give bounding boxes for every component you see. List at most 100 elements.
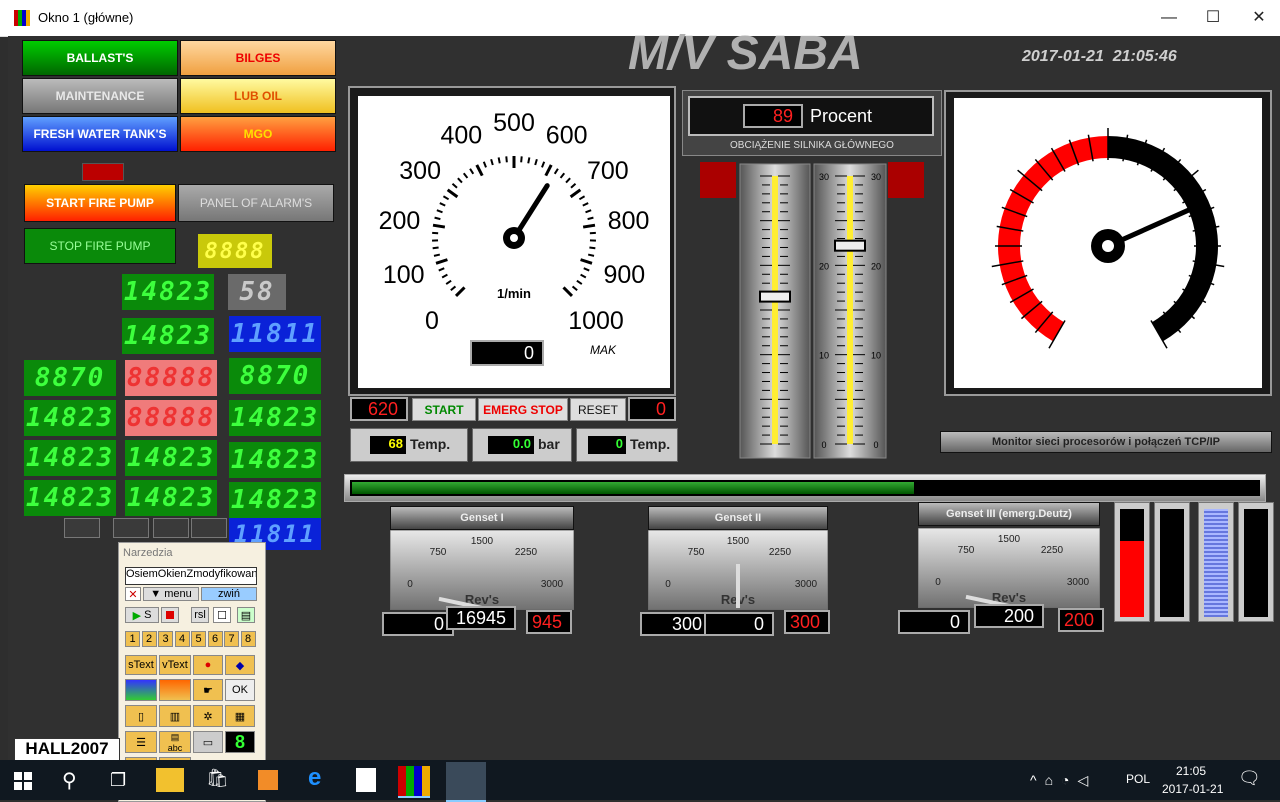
seg-display-yellow: 8888 <box>198 234 272 268</box>
maintenance-button[interactable]: MAINTENANCE <box>22 78 178 114</box>
store-icon[interactable]: 🛍 <box>206 768 229 789</box>
start-fire-pump-button[interactable]: START FIRE PUMP <box>24 184 176 222</box>
rpm-tick-label: 900 <box>603 261 645 289</box>
file-explorer-icon[interactable] <box>156 768 184 792</box>
rpm-tick-label: 300 <box>399 157 441 185</box>
app-running-2-icon[interactable] <box>446 762 486 802</box>
list-icon[interactable]: ☰ <box>125 731 157 753</box>
document-icon[interactable] <box>356 768 376 792</box>
panel-of-alarms-button[interactable]: PANEL OF ALARM'S <box>178 184 334 222</box>
genset-scale-label: 3000 <box>1067 577 1090 588</box>
slider-scale-label: 30 <box>819 172 829 182</box>
minimize-button[interactable]: — <box>1146 6 1192 30</box>
shapes-icon[interactable]: ● <box>193 655 223 675</box>
tcp-monitor-button[interactable]: Monitor sieci procesorów i połączeń TCP/… <box>940 431 1272 453</box>
search-icon[interactable]: ⚲ <box>62 768 77 793</box>
close-button[interactable]: ✕ <box>1236 6 1280 30</box>
seg-display-b3: 14823 <box>229 400 321 436</box>
genset-scale-label: 1500 <box>727 536 750 547</box>
genset-scale-label: 2250 <box>1041 545 1064 556</box>
slider-scale-label: 10 <box>819 351 829 361</box>
genset-scale-label: 3000 <box>541 579 564 590</box>
clock-time[interactable]: 21:05 <box>1176 764 1206 778</box>
load-value: 89 <box>743 104 803 128</box>
tools-number-3[interactable]: 3 <box>158 631 173 647</box>
emerg-stop-button[interactable]: EMERG STOP <box>478 398 568 421</box>
tools-run-button[interactable]: ▶ S <box>125 607 159 623</box>
start-button[interactable]: START <box>412 398 476 421</box>
seg-display-gray: 58 <box>228 274 286 310</box>
maximize-button[interactable]: ☐ <box>1190 6 1236 30</box>
tools-number-8[interactable]: 8 <box>241 631 256 647</box>
tank-icon[interactable]: ▥ <box>159 705 191 727</box>
media-icon[interactable] <box>258 770 278 790</box>
level-bar-4 <box>1238 502 1274 622</box>
engine-left-value: 620 <box>350 397 408 421</box>
stop-fire-pump-button[interactable]: STOP FIRE PUMP <box>24 228 176 264</box>
picture-icon[interactable] <box>159 679 191 701</box>
rpm-tick-label: 1000 <box>568 307 624 335</box>
seg-display-a2: 88888 <box>125 360 217 396</box>
tray-icons[interactable]: ^⌂◔◁ <box>1030 772 1096 789</box>
tools-number-5[interactable]: 5 <box>191 631 206 647</box>
bilges-button[interactable]: BILGES <box>180 40 336 76</box>
tools-stop-button[interactable] <box>161 607 179 623</box>
shapes2-icon[interactable]: ◆ <box>225 655 255 675</box>
tools-rsl-button[interactable]: rsl <box>191 607 209 623</box>
lcd-icon[interactable]: ▭ <box>193 731 223 753</box>
tools-number-4[interactable]: 4 <box>175 631 190 647</box>
level-bar-track <box>1160 509 1184 617</box>
tools-number-2[interactable]: 2 <box>142 631 157 647</box>
dial-icon[interactable]: ✲ <box>193 705 223 727</box>
genset-mid-value-3: 200 <box>974 604 1044 628</box>
tools-number-6[interactable]: 6 <box>208 631 223 647</box>
app-running-1-icon[interactable] <box>398 766 430 798</box>
genset-scale-label: 1500 <box>471 536 494 547</box>
start-windows-icon[interactable] <box>14 772 32 790</box>
language-indicator[interactable]: POL <box>1126 772 1150 786</box>
genset-scale-label: 750 <box>958 545 975 556</box>
tools-collapse-button[interactable]: zwiń <box>201 587 257 601</box>
mgo-button[interactable]: MGO <box>180 116 336 152</box>
table-icon[interactable]: ▤abc <box>159 731 191 753</box>
genset-scale-label: 3000 <box>795 579 818 590</box>
tools-close-icon[interactable]: ✕ <box>125 587 141 601</box>
tools-vtext-button[interactable]: vText <box>159 655 191 675</box>
edge-icon[interactable]: e <box>308 764 321 792</box>
task-view-icon[interactable]: ❐ <box>110 770 126 791</box>
scroll-icon[interactable]: ▦ <box>225 705 255 727</box>
fresh-water-tanks-button[interactable]: FRESH WATER TANK'S <box>22 116 178 152</box>
seg-display-green-2: 14823 <box>122 318 214 354</box>
level-bar-3 <box>1198 502 1234 622</box>
genset-scale-label: 0 <box>407 579 413 590</box>
rpm-display: 0 <box>470 340 544 366</box>
tools-menu-button[interactable]: ▼ menu <box>143 587 199 601</box>
battery-icon[interactable]: ▯ <box>125 705 157 727</box>
slider-scale-label: 0 <box>873 440 878 450</box>
segment-icon[interactable]: 8 <box>225 731 255 753</box>
tools-ok-button[interactable]: OK <box>225 679 255 701</box>
hand-icon[interactable]: ☛ <box>193 679 223 701</box>
tools-stext-button[interactable]: sText <box>125 655 157 675</box>
notifications-icon[interactable]: 🗨 <box>1238 768 1261 789</box>
tools-panel-icon[interactable]: ▤ <box>237 607 255 623</box>
genset-title-1[interactable]: Genset I <box>390 506 574 530</box>
image-icon[interactable] <box>125 679 157 701</box>
tools-name-input[interactable]: OsiemOkienZmodyfikowan <box>125 567 257 585</box>
genset-title-2[interactable]: Genset II <box>648 506 828 530</box>
level-bar-fill <box>1204 509 1228 617</box>
seg-display-blue-1: 11811 <box>229 316 321 352</box>
genset-gauge-3: 0750150022503000Rev's <box>918 528 1100 608</box>
reset-button[interactable]: RESET <box>570 398 626 421</box>
temp-unit-1: Temp. <box>410 436 450 452</box>
tools-title: Narzedzia <box>123 547 173 559</box>
genset-title-3[interactable]: Genset III (emerg.Deutz) <box>918 502 1100 526</box>
tools-square-button[interactable]: ☐ <box>213 607 231 623</box>
seg-display-b2: 88888 <box>125 400 217 436</box>
clock-date[interactable]: 2017-01-21 <box>1162 782 1223 796</box>
tools-number-1[interactable]: 1 <box>125 631 140 647</box>
lub-oil-button[interactable]: LUB OIL <box>180 78 336 114</box>
tools-number-7[interactable]: 7 <box>224 631 239 647</box>
ballasts-button[interactable]: BALLAST'S <box>22 40 178 76</box>
small-indicator-3 <box>153 518 189 538</box>
